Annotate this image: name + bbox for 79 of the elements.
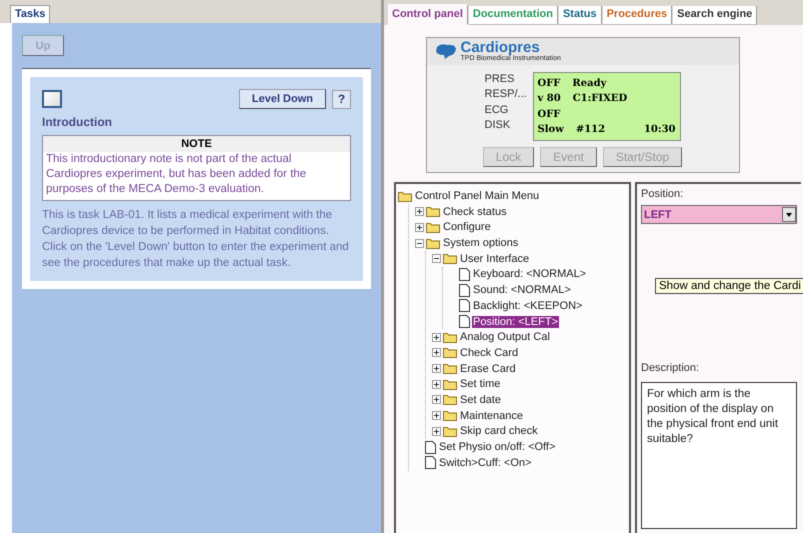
collapse-icon[interactable] <box>415 238 424 248</box>
note-text: This introductionary note is not part of the actual Cardiopres experiment, but has been added for the purposes of the MECA Demo-3 evaluation. <box>45 152 308 197</box>
tree-item[interactable]: Analog Output Cal <box>459 331 551 344</box>
tab[interactable]: Search engine <box>673 6 758 25</box>
expand-icon[interactable] <box>432 380 441 389</box>
tree-item[interactable]: Set date <box>459 394 502 406</box>
tab[interactable]: Procedures <box>602 6 672 25</box>
level-down-button[interactable]: Level Down <box>238 89 326 109</box>
tree-item[interactable]: Configure <box>442 221 492 234</box>
lcd-text: Slow <box>538 124 564 136</box>
folder-icon <box>443 347 457 358</box>
tree-item[interactable]: Control Panel Main Menu <box>414 190 540 202</box>
channel-label: RESP/... <box>484 87 524 102</box>
tooltip: Show and change the Cardi <box>655 278 803 294</box>
tree-item[interactable]: Skip card check <box>459 425 539 438</box>
lcd-text: #112 <box>576 124 606 136</box>
folder-icon <box>398 190 412 202</box>
expand-icon[interactable] <box>432 411 441 420</box>
document-icon <box>459 284 470 297</box>
document-icon <box>459 315 470 328</box>
expand-icon[interactable] <box>432 395 441 404</box>
tree-item[interactable]: Keyboard: <NORMAL> <box>472 268 588 280</box>
tree-item[interactable]: System options <box>442 237 520 250</box>
task-description: This is task LAB-01. It lists a medical experiment with the Cardiopres device to be performed in Habitat conditions. Click on the 'Level Down' button to enter the experiment and see the procedures that make up the actual task. <box>42 208 350 271</box>
lcd-text: Ready <box>572 78 606 90</box>
tree-item[interactable]: Check status <box>442 206 508 218</box>
tab[interactable]: Status <box>558 6 602 25</box>
tab[interactable]: Tasks <box>10 5 50 23</box>
tree-item[interactable]: Maintenance <box>459 410 524 422</box>
folder-icon <box>426 238 440 249</box>
field-label: Description: <box>641 362 700 374</box>
document-icon <box>459 268 470 281</box>
tree-item[interactable]: Erase Card <box>459 362 517 375</box>
expand-icon[interactable] <box>432 364 441 374</box>
help-button[interactable]: ? <box>332 90 351 108</box>
lcd-text: C1:FIXED <box>572 93 628 104</box>
folder-icon <box>426 206 440 218</box>
folder-icon <box>443 363 457 374</box>
tree-item[interactable]: Sound: <NORMAL> <box>472 284 572 296</box>
folder-icon <box>426 222 440 233</box>
folder-icon <box>443 394 457 406</box>
tree-item[interactable]: Backlight: <KEEPON> <box>472 300 584 312</box>
expand-icon[interactable] <box>432 348 441 358</box>
expand-icon[interactable] <box>432 426 441 436</box>
tree-item[interactable]: Switch>Cuff: <On> <box>438 456 532 469</box>
folder-icon <box>443 253 457 264</box>
channel-label: DISK <box>484 118 512 133</box>
description-text: For which arm is the position of the display on the physical front end unit suitable? <box>641 382 797 529</box>
folder-icon <box>443 426 457 437</box>
position-dropdown[interactable]: LEFT <box>641 205 797 224</box>
tab[interactable]: Control panel <box>388 4 468 25</box>
tree-item[interactable]: Set time <box>459 378 502 390</box>
tree-item[interactable]: User Interface <box>459 252 530 265</box>
task-title: Introduction <box>42 115 113 129</box>
document-icon <box>425 440 436 454</box>
collapse-icon[interactable] <box>432 254 441 264</box>
expand-icon[interactable] <box>415 207 424 216</box>
tree-item[interactable]: Check Card <box>459 346 520 359</box>
tree-item[interactable]: Set Physio on/off: <Off> <box>438 441 556 454</box>
checkbox[interactable] <box>42 90 62 108</box>
logo-icon <box>434 43 456 59</box>
folder-icon <box>443 378 457 390</box>
document-icon <box>425 456 436 470</box>
lcd-text: OFF <box>538 108 560 120</box>
tree-item[interactable]: Position: <LEFT> <box>472 316 559 328</box>
field-label: Position: <box>641 188 684 200</box>
channel-label: PRES <box>484 72 516 87</box>
document-icon <box>459 299 470 312</box>
folder-icon <box>443 410 457 422</box>
lcd-text: v 80 <box>538 93 561 104</box>
expand-icon[interactable] <box>415 222 424 232</box>
tab[interactable]: Documentation <box>468 6 558 25</box>
folder-icon <box>443 332 457 343</box>
note-heading: NOTE <box>43 136 350 152</box>
channel-label: ECG <box>484 102 510 118</box>
brand-name: Cardiopres <box>460 40 540 55</box>
lcd-text: OFF <box>538 78 560 90</box>
expand-icon[interactable] <box>432 332 441 342</box>
lcd-text: 10:30 <box>644 124 676 136</box>
